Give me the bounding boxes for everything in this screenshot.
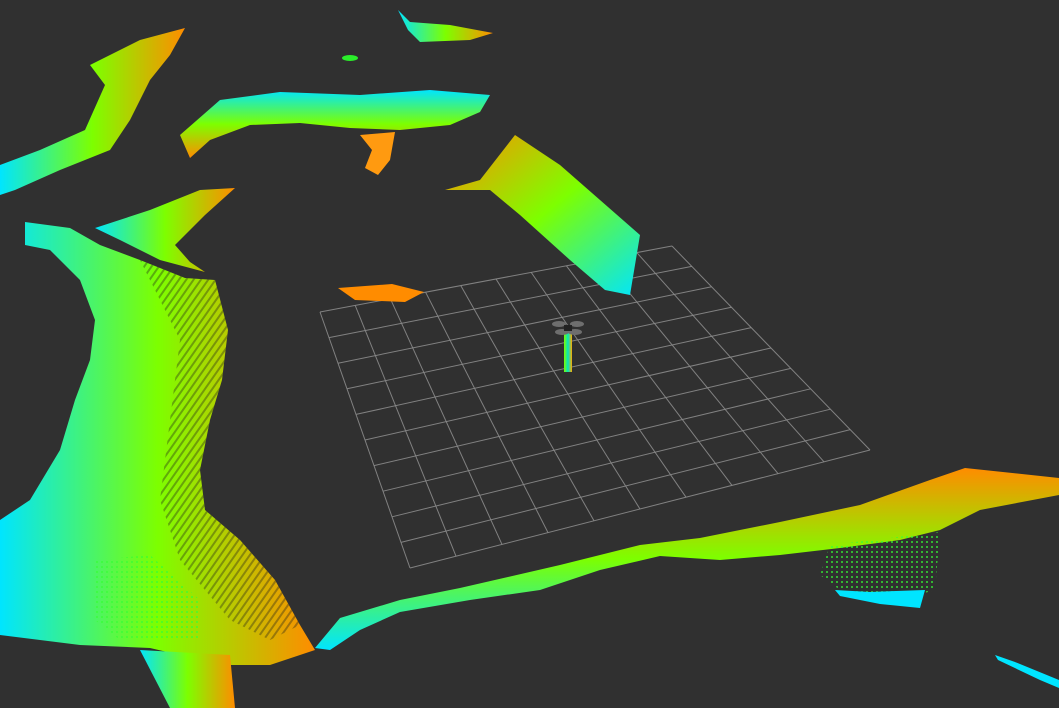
pointcloud-wall-top-center bbox=[180, 90, 490, 158]
grid-line-v bbox=[671, 245, 871, 451]
pointcloud-fragment-bottom-right bbox=[835, 590, 925, 608]
3d-viewport[interactable] bbox=[0, 0, 1059, 708]
pointcloud-fragment-top bbox=[398, 10, 493, 42]
point-cloud-scene[interactable] bbox=[0, 0, 1059, 708]
pointcloud-wall-top-left bbox=[0, 28, 185, 195]
pointcloud-speck bbox=[342, 55, 358, 61]
grid-line-v bbox=[566, 265, 733, 486]
pointcloud-base-left bbox=[140, 650, 235, 708]
point-cloud bbox=[0, 10, 1059, 708]
robot-trajectory-pole bbox=[564, 332, 572, 372]
pointcloud-edge-bottom-right bbox=[995, 655, 1059, 688]
quadrotor-icon bbox=[552, 321, 584, 335]
pointcloud-fragment-top-center bbox=[360, 132, 395, 175]
grid-line-v bbox=[636, 252, 825, 463]
grid-line-h bbox=[382, 388, 811, 492]
grid-line-h bbox=[391, 408, 831, 518]
robot-marker[interactable] bbox=[552, 321, 584, 372]
pointcloud-wall-bottom bbox=[315, 468, 1059, 650]
grid-line-h bbox=[373, 367, 791, 467]
pointcloud-wall-diagonal bbox=[445, 135, 640, 295]
pointcloud-fragment-grid bbox=[338, 284, 424, 302]
